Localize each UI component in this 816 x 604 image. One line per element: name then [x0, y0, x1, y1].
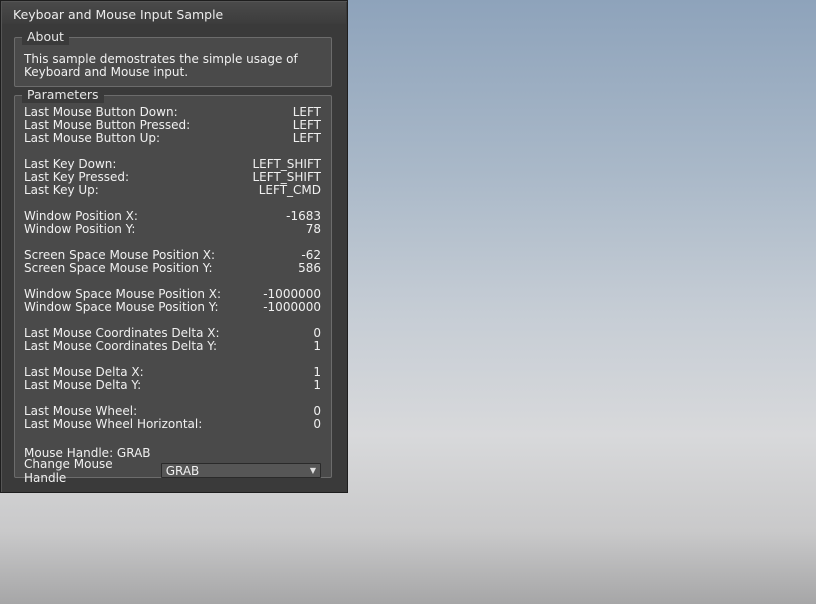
parameters-list: Last Mouse Button Down: LEFT Last Mouse Bu… — [24, 106, 321, 485]
parameters-legend: Parameters — [22, 87, 104, 103]
about-line-2: Keyboard and Mouse input. — [24, 65, 189, 79]
parameter-label: Last Mouse Button Up: — [24, 131, 161, 145]
parameter-value: LEFT — [292, 131, 321, 145]
parameter-label: Last Mouse Coordinates Delta Y: — [24, 339, 218, 353]
mouse-handle-dropdown[interactable]: GRAB ▼ — [160, 463, 321, 478]
parameters-group: Parameters Last Mouse Button Down: LEFT La… — [14, 87, 332, 485]
parameter-row: Last Mouse Wheel Horizontal: 0 — [24, 418, 321, 431]
parameter-label: Window Position Y: — [24, 222, 136, 236]
parameter-value: -1000000 — [263, 300, 321, 314]
window-title: Keyboar and Mouse Input Sample — [2, 2, 346, 24]
parameter-row: Last Key Up: LEFT_CMD — [24, 184, 321, 197]
about-legend: About — [22, 29, 69, 45]
parameter-label: Window Space Mouse Position Y: — [24, 300, 219, 314]
parameter-rows: Last Mouse Button Down: LEFT Last Mouse Bu… — [24, 106, 321, 444]
mouse-handle-selected: GRAB — [165, 464, 200, 478]
parameter-row: Screen Space Mouse Position Y: 586 — [24, 262, 321, 275]
change-mouse-handle-row: Change Mouse Handle GRAB ▼ — [24, 457, 321, 485]
about-description: This sample demostrates the simple usage… — [24, 53, 324, 79]
parameter-value: 586 — [298, 261, 321, 275]
parameter-row: Last Mouse Delta Y: 1 — [24, 379, 321, 392]
parameter-value: 0 — [313, 417, 321, 431]
parameter-label: Last Key Up: — [24, 183, 99, 197]
input-sample-window: Keyboar and Mouse Input Sample About Thi… — [0, 0, 348, 493]
parameter-value: 1 — [313, 378, 321, 392]
chevron-down-icon: ▼ — [309, 466, 316, 475]
parameter-label: Screen Space Mouse Position Y: — [24, 261, 213, 275]
parameter-value: 78 — [305, 222, 321, 236]
parameter-row: Last Mouse Coordinates Delta Y: 1 — [24, 340, 321, 353]
about-group: About This sample demostrates the simple… — [14, 29, 332, 87]
parameter-row: Window Space Mouse Position Y: -1000000 — [24, 301, 321, 314]
parameter-label: Last Mouse Wheel Horizontal: — [24, 417, 203, 431]
parameter-row: Window Position Y: 78 — [24, 223, 321, 236]
parameter-row: Last Mouse Button Up: LEFT — [24, 132, 321, 145]
parameter-label: Last Mouse Delta Y: — [24, 378, 142, 392]
parameter-value: LEFT_CMD — [258, 183, 321, 197]
parameter-value: 1 — [313, 339, 321, 353]
row-spacer — [24, 431, 321, 444]
change-mouse-handle-label: Change Mouse Handle — [24, 456, 113, 485]
